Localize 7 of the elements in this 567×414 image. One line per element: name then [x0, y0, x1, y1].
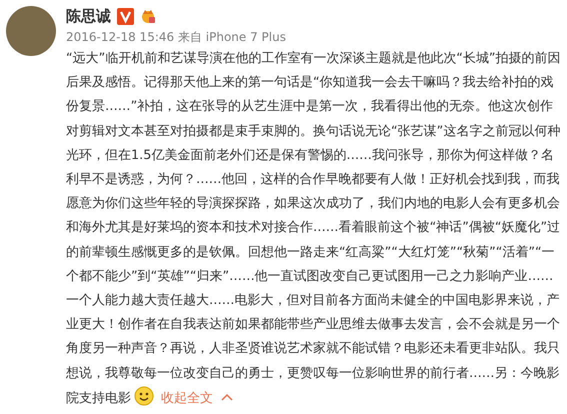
verified-badge-icon [117, 8, 134, 24]
caret-up-icon[interactable] [221, 392, 233, 401]
post-text: “远大”临开机前和艺谋导演在他的工作室有一次深谈主题就是他此次“长城”拍摄的前因后果及感悟。记得那天他上来的第一句话是“你知道我一会去干嘛吗？我去给补拍的戏份复景……”补拍，这在张导的从艺生涯中是第一次，我看得出他的无奈。他这次创作对剪辑对文本甚至对拍摄都是束手束脚的。换句话说无论“张艺谋”这名字之前冠以何种光环，但在1.5亿美金面前老外们还是保有警惕的……我问张导，那你为何这样做？名利早不是诱惑，为何？……他回，这样的合作早晚都要有人做！正好机会找到我，而我愿意为你们这些年轻的导演探探路，如果这次成功了，我们内地的电影人会有更多机会和海外尤其是好莱坞的资本和技术对接合作……看着眼前这个被“神话”偶被“妖魔化”过的前辈顿生感慨更多的是钦佩。回想他一路走来“红高粱”“大红灯笼”“秋菊”“活着”“一个都不能少”到“英雄”“归来”……他一直试图改变自己更试图用一己之力影响产业……一个人能力越大责任越大……电影大，但对目前各方面尚未健全的中国电影界来说，产业更大！创作者在自我表达前如果都能带些产业思维去做事去发言，会不会就是另一个角度另一种声音？再说，人非圣贤谁说艺术家就不能试错？电影还未看更非站队。我只想说，我尊敬每一位改变自己的勇士，更赞叹每一位影响世界的前行者……另：今晚影院支持电影 收起全文 [66, 50, 562, 408]
smiley-icon [134, 386, 154, 406]
author-name[interactable]: 陈思诚 [66, 6, 111, 26]
post-time-source: 2016-12-18 15:46 来自 iPhone 7 Plus [66, 29, 287, 46]
avatar-photo-placeholder[interactable] [6, 6, 56, 56]
